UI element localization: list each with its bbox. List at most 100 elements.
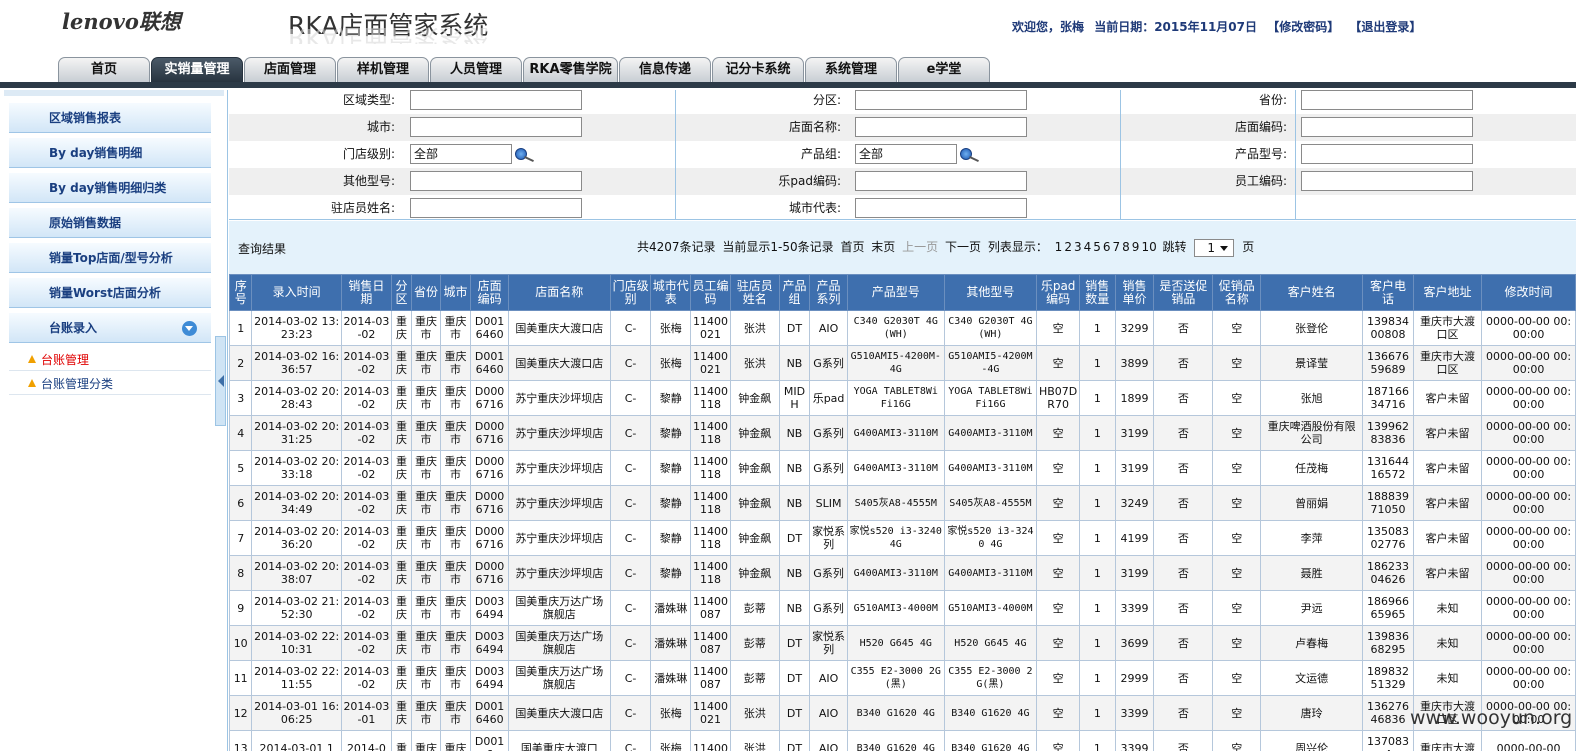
page-number-link[interactable]: 2 [1064, 240, 1072, 254]
nav-tab-6[interactable]: RKA零售学院 [523, 57, 618, 83]
form-input[interactable]: 全部 [410, 144, 512, 164]
table-row[interactable]: 132014-03-01 12014-0重重庆重庆D0016国美重庆大渡口C-张… [229, 730, 1576, 751]
column-header[interactable]: 销售数量 [1079, 274, 1116, 311]
page-number-link[interactable]: 8 [1122, 240, 1130, 254]
form-input[interactable]: 全部 [855, 144, 957, 164]
nav-tab-9[interactable]: 系统管理 [805, 57, 897, 83]
sidebar-item-4[interactable]: 原始销售数据 [9, 208, 211, 238]
column-header[interactable]: 客户姓名 [1260, 274, 1364, 311]
column-header[interactable]: 省份 [411, 274, 441, 311]
column-header[interactable]: 店面编码 [470, 274, 509, 311]
sidebar-item-7[interactable]: 台账录入 [9, 313, 211, 343]
sidebar-item-3[interactable]: By day销售明细归类 [9, 173, 211, 203]
nav-tab-4[interactable]: 样机管理 [337, 57, 429, 83]
table-cell: 彭蒂 [729, 660, 780, 696]
column-header[interactable]: 序号 [229, 274, 253, 311]
column-header[interactable]: 分区 [390, 274, 413, 311]
table-row[interactable]: 9 2014-03-02 21:52:30 2014-03-02 重庆 重庆市 重庆市 D0… [229, 590, 1576, 626]
table-row[interactable]: 2 2014-03-02 16:36:57 2014-03-02 重庆 重庆市 重庆市 D0… [229, 345, 1576, 381]
sidebar-collapse-toggle[interactable] [215, 336, 226, 426]
table-row[interactable]: 1 2014-03-02 13:23:23 2014-03-02 重庆 重庆市 重庆市 D0… [229, 310, 1576, 346]
sidebar-subitem-1[interactable]: 台账管理 [9, 349, 211, 371]
column-header[interactable]: 驻店员姓名 [729, 274, 780, 311]
first-page-link[interactable]: 首页 [840, 240, 864, 254]
table-cell: 空 [1212, 695, 1262, 731]
prev-page-link[interactable]: 上一页 [902, 240, 938, 254]
nav-tab-8[interactable]: 记分卡系统 [712, 57, 804, 83]
form-input[interactable] [410, 171, 582, 191]
page-number-link[interactable]: 1 [1055, 240, 1063, 254]
column-header[interactable]: 店面名称 [507, 274, 611, 311]
nav-tab-3[interactable]: 店面管理 [244, 57, 336, 83]
nav-tab-10[interactable]: e学堂 [898, 57, 990, 83]
search-lookup-icon[interactable] [515, 148, 535, 162]
search-lookup-icon[interactable] [960, 148, 980, 162]
table-row[interactable]: 11 2014-03-02 22:11:55 2014-03-02 重庆 重庆市 重庆市 D… [229, 660, 1576, 696]
sidebar-item-1[interactable]: 区域销售报表 [9, 103, 211, 133]
form-input[interactable] [410, 117, 582, 137]
table-row[interactable]: 4 2014-03-02 20:31:25 2014-03-02 重庆 重庆市 重庆市 D0… [229, 415, 1576, 451]
form-input[interactable] [1301, 117, 1473, 137]
page-number-link[interactable]: 4 [1084, 240, 1092, 254]
form-input[interactable] [855, 171, 1027, 191]
chevron-down-icon[interactable] [182, 321, 197, 336]
column-header[interactable]: 城市 [439, 274, 472, 311]
column-header[interactable]: 销售日期 [340, 274, 392, 311]
logout-link[interactable]: 【退出登录】 [1349, 20, 1421, 34]
sidebar-subitem-2[interactable]: 台账管理分类 [9, 373, 211, 395]
nav-tab-2[interactable]: 实销量管理 [151, 57, 243, 83]
column-header[interactable]: 员工编码 [690, 274, 731, 311]
column-header[interactable]: 录入时间 [251, 274, 342, 311]
column-header[interactable]: 客户电话 [1362, 274, 1414, 311]
column-header[interactable]: 是否送促销品 [1153, 274, 1214, 311]
sidebar-item-2[interactable]: By day销售明细 [9, 138, 211, 168]
column-header[interactable]: 修改时间 [1481, 274, 1576, 311]
form-input[interactable] [410, 198, 582, 218]
page-number-link[interactable]: 7 [1113, 240, 1121, 254]
nav-tab-7[interactable]: 信息传递 [619, 57, 711, 83]
form-input[interactable] [1301, 144, 1473, 164]
page-number-link[interactable]: 9 [1132, 240, 1140, 254]
column-header[interactable]: 客户地址 [1412, 274, 1483, 311]
form-input[interactable] [1301, 171, 1473, 191]
table-cell: 重庆 [390, 590, 413, 626]
column-header[interactable]: 产品型号 [846, 274, 945, 311]
column-header[interactable]: 乐pad编码 [1036, 274, 1080, 311]
page-number-link[interactable]: 10 [1141, 240, 1156, 254]
table-row[interactable]: 10 2014-03-02 22:10:31 2014-03-02 重庆 重庆市 重庆市 D… [229, 625, 1576, 661]
table-cell: D0006716 [470, 485, 509, 521]
form-input[interactable] [410, 90, 582, 110]
table-row[interactable]: 8 2014-03-02 20:38:07 2014-03-02 重庆 重庆市 重庆市 D0… [229, 555, 1576, 591]
column-header[interactable]: 产品组 [778, 274, 811, 311]
column-header[interactable]: 产品系列 [809, 274, 848, 311]
table-row[interactable]: 7 2014-03-02 20:36:20 2014-03-02 重庆 重庆市 重庆市 D0… [229, 520, 1576, 556]
table-cell: D0016460 [470, 310, 509, 346]
nav-tab-5[interactable]: 人员管理 [430, 57, 522, 83]
table-header-row: 序号 录入时间 销售日期 分区 省份 城市 店面编码 店面名称 门店级别 城市代表 员工编码 驻店员姓… [229, 274, 1576, 311]
last-page-link[interactable]: 末页 [871, 240, 895, 254]
nav-tab-1[interactable]: 首页 [58, 57, 150, 83]
form-row: 门店级别: 全部 产品组: 全部 产品型号: [229, 141, 1576, 168]
change-password-link[interactable]: 【修改密码】 [1267, 20, 1339, 34]
column-header[interactable]: 城市代表 [650, 274, 692, 311]
form-input[interactable] [1301, 90, 1473, 110]
form-input[interactable] [855, 117, 1027, 137]
table-row[interactable]: 3 2014-03-02 20:28:43 2014-03-02 重庆 重庆市 重庆市 D0… [229, 380, 1576, 416]
column-header[interactable]: 其他型号 [943, 274, 1038, 311]
form-input[interactable] [855, 90, 1027, 110]
table-row[interactable]: 6 2014-03-02 20:34:49 2014-03-02 重庆 重庆市 重庆市 D0… [229, 485, 1576, 521]
page-number-link[interactable]: 5 [1093, 240, 1101, 254]
table-row[interactable]: 5 2014-03-02 20:33:18 2014-03-02 重庆 重庆市 重庆市 D0… [229, 450, 1576, 486]
page-select[interactable]: 1 [1194, 238, 1235, 257]
form-input[interactable] [855, 198, 1027, 218]
column-header[interactable]: 销售单价 [1114, 274, 1155, 311]
next-page-link[interactable]: 下一页 [945, 240, 981, 254]
table-row[interactable]: 12 2014-03-01 16:06:25 2014-03-01 重庆 重庆市 重庆市 D… [229, 695, 1576, 731]
page-number-link[interactable]: 3 [1074, 240, 1082, 254]
sidebar-item-5[interactable]: 销量Top店面/型号分析 [9, 243, 211, 273]
column-header[interactable]: 促销品名称 [1212, 274, 1262, 311]
page-number-link[interactable]: 6 [1103, 240, 1111, 254]
page-numbers: 1 2 3 4 5 6 7 8 9 10 [1055, 240, 1159, 254]
column-header[interactable]: 门店级别 [609, 274, 652, 311]
sidebar-item-6[interactable]: 销量Worst店面分析 [9, 278, 211, 308]
